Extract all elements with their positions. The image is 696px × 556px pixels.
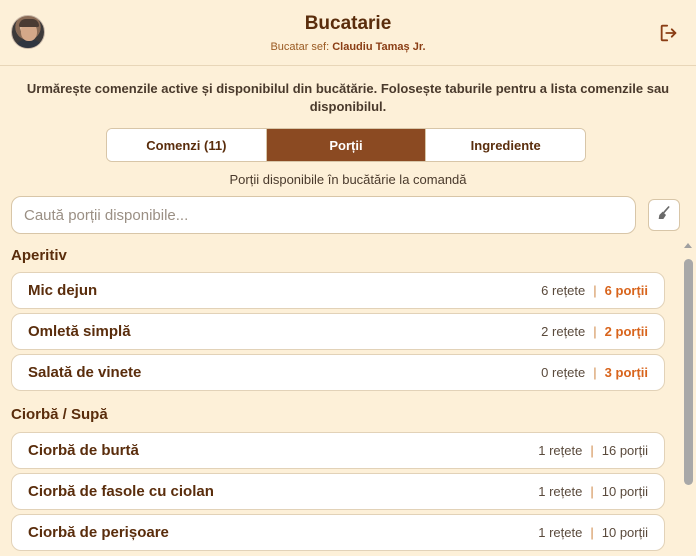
page-description: Urmărește comenzile active și disponibil… [26, 81, 670, 114]
item-recipes: 2 rețete [541, 324, 586, 339]
item-name: Ciorbă de fasole cu ciolan [28, 483, 214, 500]
separator: | [593, 283, 597, 298]
list-item[interactable]: Ciorbă de fasole cu ciolan 1 rețete | 10… [11, 473, 665, 510]
list-item[interactable]: Salată de vinete 0 rețete | 3 porții [11, 354, 665, 391]
item-portions: 10 porții [601, 525, 648, 540]
search-placeholder: Caută porții disponibile... [24, 206, 189, 224]
item-portions: 3 porții [604, 365, 648, 380]
item-recipes: 1 rețete [538, 525, 583, 540]
chef-subtitle: Bucatar sef: Claudiu Tamaș Jr. [0, 41, 696, 53]
list-item[interactable]: Ciorbă de burtă 1 rețete | 16 porții [11, 432, 665, 469]
item-recipes: 1 rețete [538, 443, 583, 458]
tab-ingrediente[interactable]: Ingrediente [426, 129, 585, 161]
item-portions: 6 porții [604, 283, 648, 298]
item-name: Ciorbă de burtă [28, 442, 139, 459]
item-name: Omletă simplă [28, 323, 131, 340]
separator: | [590, 443, 594, 458]
group-title-ciorba: Ciorbă / Supă [11, 406, 108, 423]
item-name: Salată de vinete [28, 364, 142, 381]
item-recipes: 0 rețete [541, 365, 586, 380]
item-portions: 10 porții [601, 484, 648, 499]
logout-icon[interactable] [658, 22, 680, 44]
tab-portii[interactable]: Porții [266, 129, 427, 161]
tab-caption: Porții disponibile în bucătărie la coman… [229, 172, 467, 187]
chef-prefix: Bucatar sef: [270, 41, 330, 53]
page-title: Bucatarie [304, 13, 392, 34]
scroll-up-arrow-icon[interactable] [684, 243, 692, 248]
chef-name: Claudiu Tamaș Jr. [332, 41, 426, 53]
list-item[interactable]: Ciorbă de perișoare 1 rețete | 10 porții [11, 514, 665, 551]
item-name: Ciorbă de perișoare [28, 524, 169, 541]
item-name: Mic dejun [28, 282, 98, 299]
portions-list: Aperitiv Mic dejun 6 rețete | 6 porții O… [0, 240, 680, 556]
group-title-aperitiv: Aperitiv [11, 247, 67, 264]
search-input[interactable]: Caută porții disponibile... [11, 196, 636, 234]
tab-bar: Comenzi (11) Porții Ingrediente [106, 128, 586, 162]
list-scrollbar[interactable] [682, 243, 694, 556]
item-recipes: 1 rețete [538, 484, 583, 499]
separator: | [590, 525, 594, 540]
list-item[interactable]: Mic dejun 6 rețete | 6 porții [11, 272, 665, 309]
separator: | [590, 484, 594, 499]
separator: | [593, 324, 597, 339]
scrollbar-thumb[interactable] [684, 259, 693, 485]
item-recipes: 6 rețete [541, 283, 586, 298]
item-portions: 16 porții [601, 443, 648, 458]
list-item[interactable]: Omletă simplă 2 rețete | 2 porții [11, 313, 665, 350]
item-portions: 2 porții [604, 324, 648, 339]
tab-comenzi[interactable]: Comenzi (11) [107, 129, 267, 161]
broom-icon [656, 205, 672, 226]
app-header: Bucatarie Bucatar sef: Claudiu Tamaș Jr. [0, 0, 696, 66]
separator: | [593, 365, 597, 380]
clear-search-button[interactable] [648, 199, 680, 231]
